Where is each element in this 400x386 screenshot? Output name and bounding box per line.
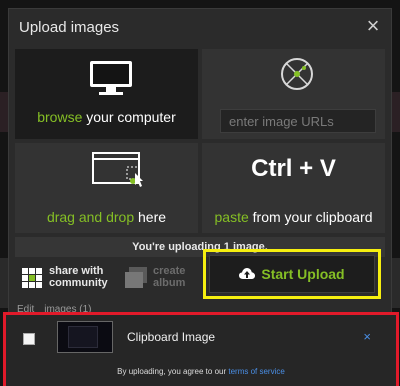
- paste-label: paste from your clipboard: [202, 209, 385, 225]
- cloud-upload-icon: [239, 268, 256, 279]
- share-label: share with community: [49, 265, 108, 289]
- album-label: create album: [153, 265, 185, 289]
- item-name: Clipboard Image: [127, 330, 216, 344]
- monitor-icon: [90, 61, 132, 95]
- dialog-title: Upload images: [19, 19, 120, 36]
- queue-item: Clipboard Image ×: [9, 321, 393, 355]
- browse-accent: browse: [37, 109, 83, 125]
- paste-rest: from your clipboard: [248, 209, 373, 225]
- paste-accent: paste: [214, 209, 249, 225]
- image-thumbnail: [57, 321, 113, 353]
- image-url-input[interactable]: [220, 109, 376, 133]
- terms-prefix: By uploading, you agree to our: [117, 367, 229, 376]
- share-label-line1: share with: [49, 265, 104, 277]
- album-icon: [125, 267, 147, 288]
- start-upload-button[interactable]: Start Upload: [209, 255, 375, 293]
- community-icon: [22, 268, 42, 288]
- dialog-title-bar: Upload images ×: [9, 9, 391, 49]
- drag-drop-label: drag and drop here: [15, 209, 198, 225]
- album-label-line1: create: [153, 265, 186, 277]
- drag-rest: here: [134, 209, 167, 225]
- close-icon[interactable]: ×: [363, 15, 383, 38]
- item-checkbox[interactable]: [23, 333, 35, 345]
- share-with-community-button[interactable]: share with community: [15, 261, 108, 295]
- upload-source-grid: browse your computer drag and drop here: [15, 49, 385, 233]
- drag-accent: drag and drop: [46, 209, 135, 225]
- url-option: [202, 49, 385, 139]
- terms-link[interactable]: terms of service: [228, 367, 284, 376]
- upload-queue: Clipboard Image × By uploading, you agre…: [3, 312, 399, 386]
- paste-shortcut: Ctrl + V: [251, 155, 336, 182]
- browse-label: browse your computer: [15, 109, 198, 125]
- terms-notice: By uploading, you agree to our terms of …: [6, 367, 396, 376]
- paste-option[interactable]: Ctrl + V paste from your clipboard: [202, 143, 385, 233]
- create-album-button[interactable]: create album: [121, 261, 193, 295]
- start-upload-label: Start Upload: [261, 266, 345, 282]
- album-label-line2: album: [153, 277, 186, 289]
- drag-drop-icon: [92, 152, 143, 187]
- thumbnail-content: [68, 326, 98, 348]
- upload-actions: share with community create album Start …: [15, 249, 385, 299]
- remove-icon[interactable]: ×: [363, 329, 371, 344]
- start-upload-highlight: Start Upload: [203, 249, 381, 299]
- drag-drop-option[interactable]: drag and drop here: [15, 143, 198, 233]
- upload-dialog: Upload images × browse your computer ent…: [3, 8, 399, 386]
- globe-icon: [281, 58, 313, 90]
- browse-computer-option[interactable]: browse your computer: [15, 49, 198, 139]
- browse-rest: your computer: [82, 109, 176, 125]
- share-label-line2: community: [49, 277, 108, 289]
